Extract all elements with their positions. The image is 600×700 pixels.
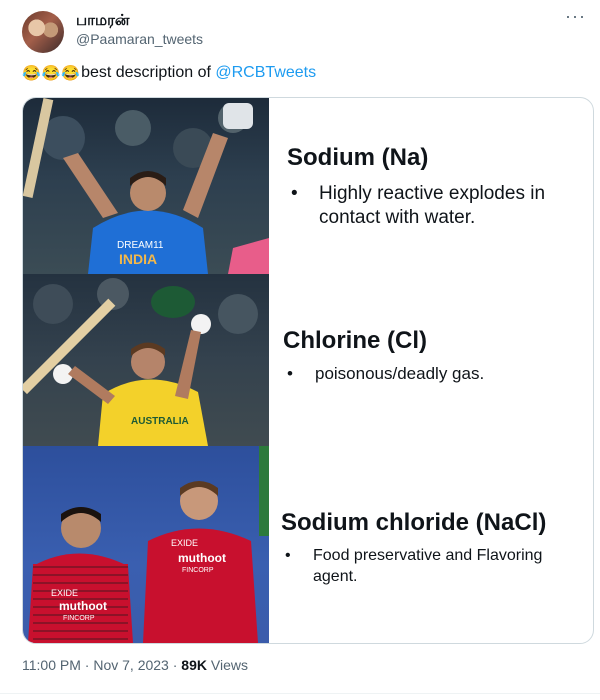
laughing-emoji-icon: 😂 xyxy=(22,65,41,82)
muthoot-text-left: muthoot xyxy=(59,599,107,613)
bullet-text: poisonous/deadly gas. xyxy=(315,364,485,383)
section-bullet-chlorine: • poisonous/deadly gas. xyxy=(287,363,587,385)
section-title-sodium: Sodium (Na) xyxy=(287,144,429,171)
dream11-text: DREAM11 xyxy=(117,240,164,251)
bullet-text: Food preservative and Flavoring agent. xyxy=(313,547,543,585)
section-bullet-nacl: • Food preservative and Flavoring agent. xyxy=(285,545,585,587)
bullet-icon: • xyxy=(285,547,291,564)
bullet-text: Highly reactive explodes in contact with… xyxy=(319,183,546,228)
bullet-icon: • xyxy=(291,183,298,204)
laughing-emoji-icon: 😂 xyxy=(61,65,81,82)
section-bullet-sodium: • Highly reactive explodes in contact wi… xyxy=(291,182,591,230)
fincorp-text-right: FINCORP xyxy=(182,567,214,574)
meta-separator: · xyxy=(80,657,94,673)
meta-separator: · xyxy=(168,657,182,673)
photo-rcb-players: EXIDE muthoot FINCORP EXIDE muthoot FINC… xyxy=(23,446,269,643)
photo-australia-batter: AUSTRALIA xyxy=(23,274,269,446)
tweet-body: best description of xyxy=(81,64,216,81)
laughing-emoji-icon: 😂 xyxy=(41,65,61,82)
exide-text-left: EXIDE xyxy=(51,588,78,598)
tweet-date[interactable]: Nov 7, 2023 xyxy=(93,657,169,673)
india-text: INDIA xyxy=(119,251,157,267)
author-handle[interactable]: @Paamaran_tweets xyxy=(76,31,203,47)
section-title-chlorine: Chlorine (Cl) xyxy=(283,327,427,354)
more-horizontal-icon[interactable]: ··· xyxy=(565,6,586,27)
photo-india-batter: DREAM11 INDIA xyxy=(23,98,269,274)
fincorp-text-left: FINCORP xyxy=(63,615,95,622)
media-card[interactable]: DREAM11 INDIA AUSTRALIA EXIDE muthoot FI… xyxy=(22,97,594,644)
australia-text: AUSTRALIA xyxy=(131,416,189,427)
bullet-icon: • xyxy=(287,364,293,383)
author-name[interactable]: பாமரன் xyxy=(76,12,129,31)
exide-text-right: EXIDE xyxy=(171,538,198,548)
section-title-nacl: Sodium chloride (NaCl) xyxy=(281,509,547,536)
views-label: Views xyxy=(206,657,248,673)
tweet-time[interactable]: 11:00 PM xyxy=(22,657,81,673)
divider xyxy=(0,693,600,694)
mention-link[interactable]: @RCBTweets xyxy=(215,64,316,82)
muthoot-text-right: muthoot xyxy=(178,551,226,565)
tweet-text: 😂 😂 😂 best description of @RCBTweets xyxy=(22,64,316,82)
views-count[interactable]: 89K xyxy=(181,657,207,673)
author-avatar[interactable] xyxy=(22,11,64,53)
tweet-meta: 11:00 PM · Nov 7, 2023 · 89K Views xyxy=(22,657,248,673)
